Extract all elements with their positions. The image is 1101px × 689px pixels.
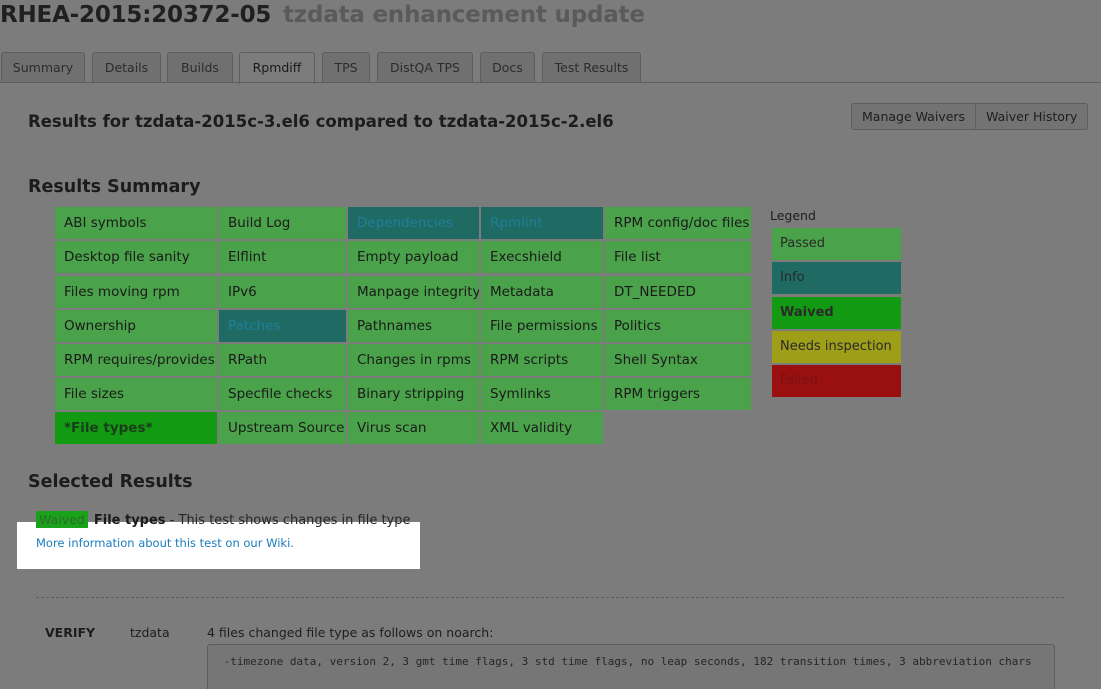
test-cell[interactable]: Pathnames [348, 310, 479, 342]
page-title: RHEA-2015:20372-05 tzdata enhancement up… [0, 2, 645, 28]
test-cell[interactable]: Binary stripping [348, 378, 479, 410]
results-heading: Results for tzdata-2015c-3.el6 compared … [28, 112, 614, 131]
tab-bar: Summary Details Builds Rpmdiff TPS DistQ… [0, 52, 1101, 84]
legend-item-waived: Waived [772, 297, 901, 329]
tab-test-results[interactable]: Test Results [542, 52, 641, 83]
test-cell[interactable]: Specfile checks [219, 378, 346, 410]
selected-test-description: - This test shows changes in file type [165, 513, 411, 528]
test-cell[interactable]: Politics [605, 310, 751, 342]
test-cell[interactable]: RPM triggers [605, 378, 751, 410]
tab-divider [0, 82, 1101, 83]
legend-item-passed: Passed [772, 228, 901, 260]
test-cell[interactable]: Symlinks [481, 378, 603, 410]
test-cell[interactable]: Desktop file sanity [55, 241, 217, 273]
test-cell[interactable]: Changes in rpms [348, 344, 479, 376]
legend-title: Legend [770, 208, 816, 223]
test-cell[interactable]: File permissions [481, 310, 603, 342]
tab-distqa-tps[interactable]: DistQA TPS [377, 52, 473, 83]
test-cell[interactable]: File sizes [55, 378, 217, 410]
test-cell[interactable]: File list [605, 241, 751, 273]
waiver-history-button[interactable]: Waiver History [976, 103, 1089, 130]
test-cell[interactable]: Virus scan [348, 412, 479, 444]
test-cell[interactable]: Metadata [481, 276, 603, 308]
tab-details[interactable]: Details [92, 52, 161, 83]
test-cell[interactable]: ABI symbols [55, 207, 217, 239]
legend-item-needs: Needs inspection [772, 331, 901, 363]
test-cell[interactable]: RPM requires/provides [55, 344, 217, 376]
advisory-id: RHEA-2015:20372-05 [0, 2, 272, 28]
section-divider [36, 597, 1064, 598]
test-cell[interactable]: Ownership [55, 310, 217, 342]
tab-docs[interactable]: Docs [480, 52, 535, 83]
test-cell[interactable]: Dependencies [348, 207, 479, 239]
test-cell[interactable]: Execshield [481, 241, 603, 273]
test-cell[interactable]: Rpmlint [481, 207, 603, 239]
wiki-link[interactable]: More information about this test on our … [36, 536, 294, 550]
selected-test-name: File types [93, 513, 166, 528]
test-cell[interactable]: RPath [219, 344, 346, 376]
test-cell[interactable]: *File types* [55, 412, 217, 444]
test-cell[interactable]: Build Log [219, 207, 346, 239]
test-cell[interactable]: IPv6 [219, 276, 346, 308]
results-grid: ABI symbols Build Log Dependencies Rpmlint R… [55, 207, 752, 445]
test-cell[interactable]: Upstream Source [219, 412, 346, 444]
result-status: VERIFY [45, 625, 96, 640]
legend-item-info: Info [772, 262, 901, 294]
tab-builds[interactable]: Builds [167, 52, 233, 83]
selected-results-heading: Selected Results [28, 472, 193, 492]
tab-tps[interactable]: TPS [322, 52, 370, 83]
results-summary-heading: Results Summary [28, 177, 201, 197]
advisory-synopsis: tzdata enhancement update [283, 2, 645, 28]
result-message: 4 files changed file type as follows on … [207, 625, 494, 640]
test-cell[interactable]: RPM config/doc files [605, 207, 751, 239]
test-cell[interactable]: Elflint [219, 241, 346, 273]
test-cell[interactable]: Shell Syntax [605, 344, 751, 376]
tab-summary[interactable]: Summary [1, 52, 85, 83]
manage-waivers-button[interactable]: Manage Waivers [851, 103, 977, 130]
selected-result: Waived File types - This test shows chan… [36, 511, 411, 528]
status-badge: Waived [36, 511, 88, 528]
test-cell[interactable]: Empty payload [348, 241, 479, 273]
test-cell[interactable]: Patches [219, 310, 346, 342]
result-package: tzdata [130, 625, 170, 640]
legend-item-failed: Failed [772, 365, 901, 397]
result-log: -timezone data, version 2, 3 gmt time fl… [207, 644, 1055, 689]
waiver-button-group: Manage Waivers Waiver History [851, 103, 1089, 130]
tab-rpmdiff[interactable]: Rpmdiff [239, 52, 315, 84]
test-cell[interactable]: RPM scripts [481, 344, 603, 376]
test-cell[interactable]: Manpage integrity [348, 276, 479, 308]
test-cell[interactable]: XML validity [481, 412, 603, 444]
test-cell[interactable]: DT_NEEDED [605, 276, 751, 308]
test-cell[interactable]: Files moving rpm [55, 276, 217, 308]
